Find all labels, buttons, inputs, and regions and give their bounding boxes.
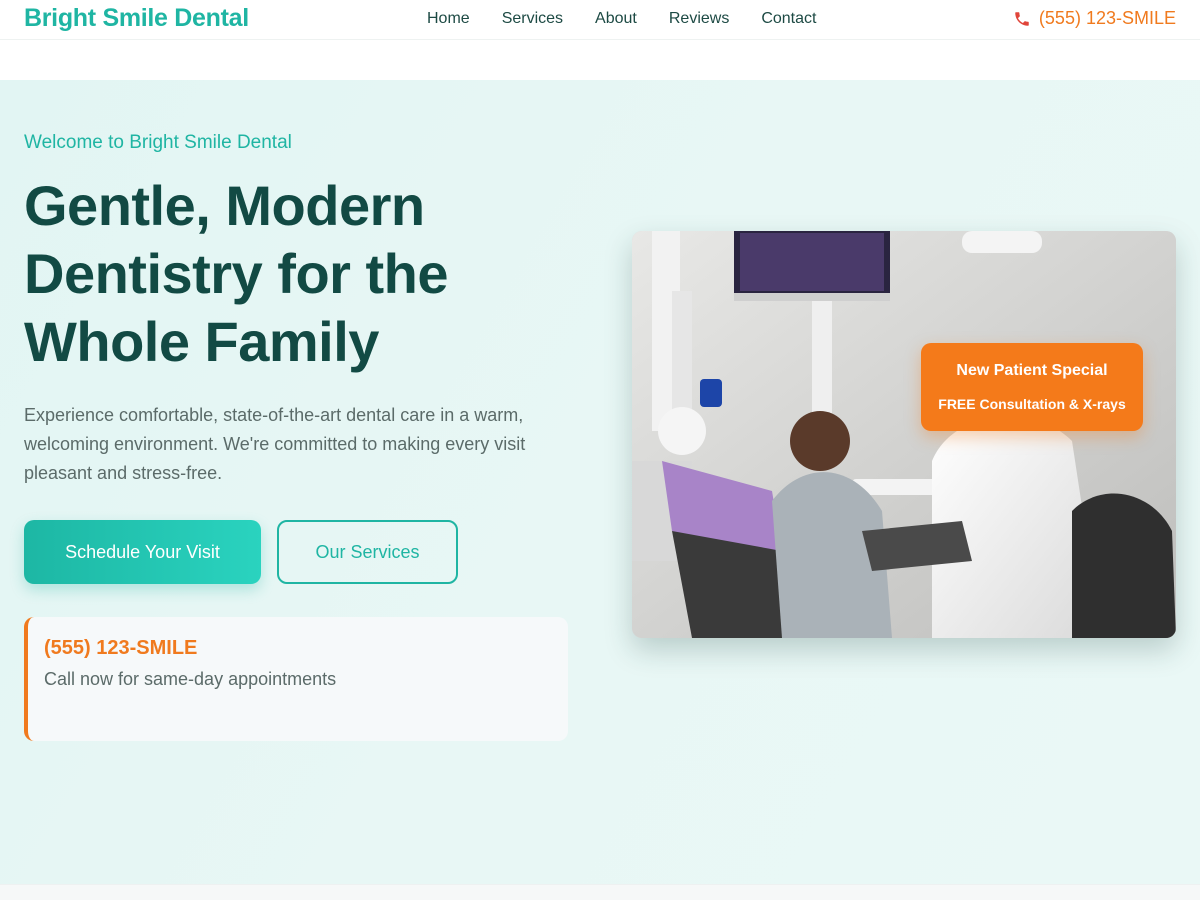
nav-contact[interactable]: Contact: [761, 10, 816, 28]
next-section-edge: [0, 884, 1200, 900]
header-phone-link[interactable]: (555) 123-SMILE: [1013, 8, 1176, 29]
dental-clinic-photo: [632, 231, 1176, 638]
site-logo[interactable]: Bright Smile Dental: [24, 4, 249, 33]
nav-home[interactable]: Home: [427, 10, 470, 28]
site-header: Bright Smile Dental Home Services About …: [0, 0, 1200, 40]
our-services-button[interactable]: Our Services: [277, 520, 458, 584]
nav-reviews[interactable]: Reviews: [669, 10, 729, 28]
clinic-illustration: [632, 231, 1176, 638]
promo-title: New Patient Special: [956, 362, 1108, 379]
call-card-phone[interactable]: (555) 123-SMILE: [44, 637, 197, 660]
header-spacer: [0, 41, 1200, 80]
main-nav: Home Services About Reviews Contact: [427, 10, 848, 28]
new-patient-promo-badge[interactable]: New Patient Special FREE Consultation & …: [921, 343, 1143, 431]
hero-description: Experience comfortable, state-of-the-art…: [24, 405, 526, 483]
call-card-note: Call now for same-day appointments: [44, 669, 337, 689]
nav-about[interactable]: About: [595, 10, 637, 28]
phone-icon: [1015, 11, 1029, 26]
call-card: (555) 123-SMILE Call now for same-day ap…: [24, 617, 568, 741]
promo-subtitle: FREE Consultation & X-rays: [938, 396, 1126, 412]
hero-headline: Gentle, Modern Dentistry for the Whole F…: [24, 174, 449, 373]
hero-eyebrow: Welcome to Bright Smile Dental: [24, 132, 292, 153]
header-phone-number: (555) 123-SMILE: [1038, 8, 1176, 28]
nav-services[interactable]: Services: [502, 10, 563, 28]
schedule-visit-button[interactable]: Schedule Your Visit: [24, 520, 261, 584]
